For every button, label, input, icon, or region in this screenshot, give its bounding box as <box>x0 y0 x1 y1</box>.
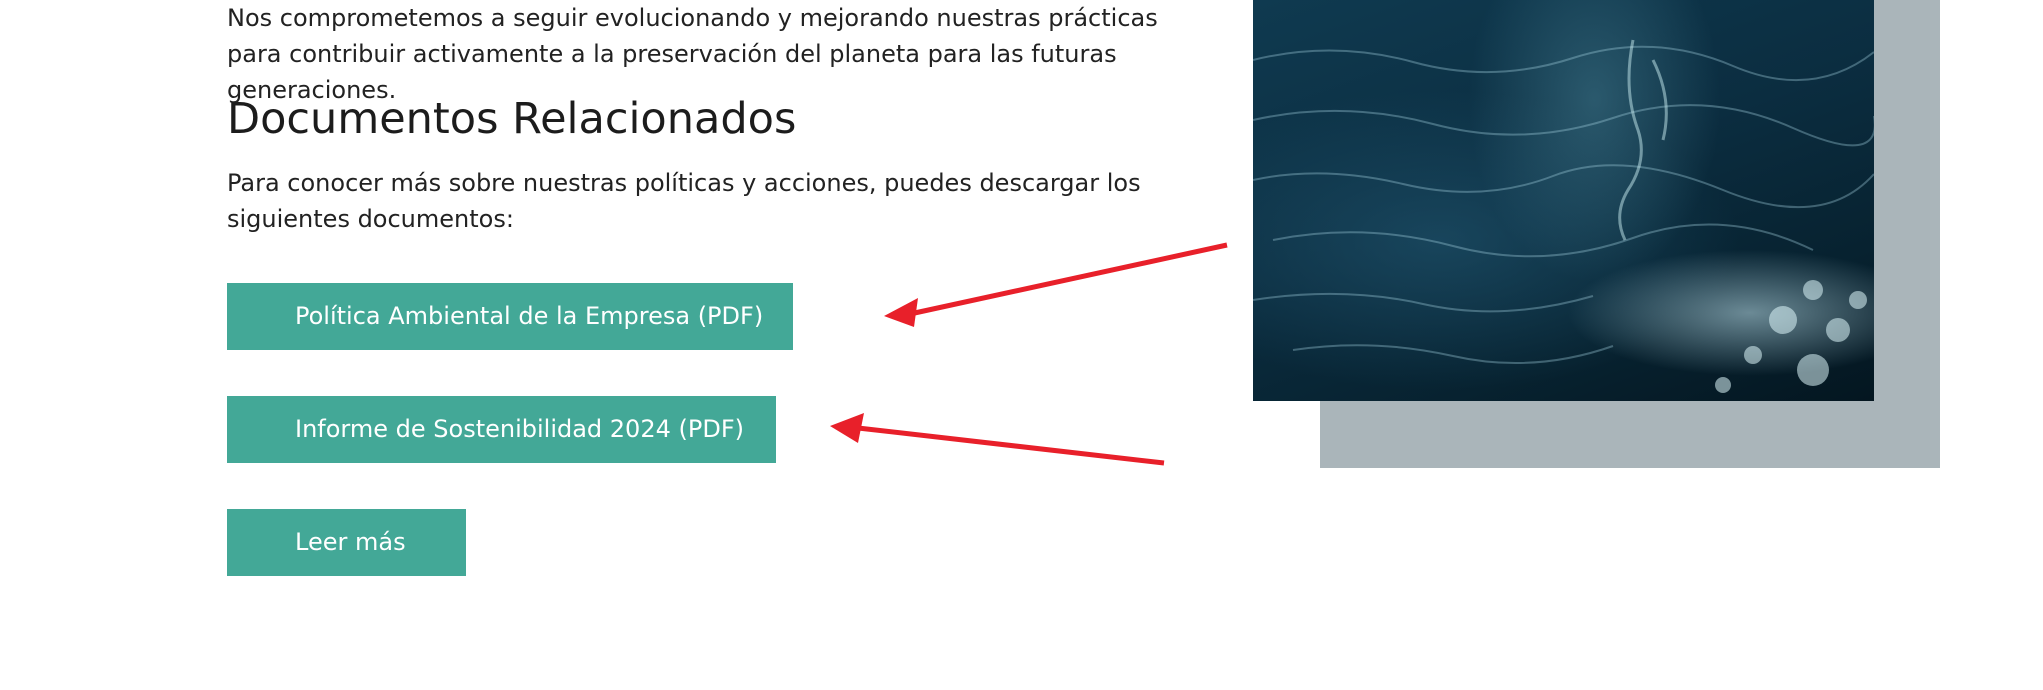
ocean-image <box>1253 0 1874 401</box>
section-heading: Documentos Relacionados <box>227 94 797 144</box>
arrow-to-policy-button <box>884 242 1228 327</box>
section-description: Para conocer más sobre nuestras política… <box>227 169 1141 233</box>
sustainability-report-pdf-button[interactable]: Informe de Sostenibilidad 2024 (PDF) <box>227 396 776 463</box>
read-more-button[interactable]: Leer más <box>227 509 466 576</box>
policy-pdf-button[interactable]: Política Ambiental de la Empresa (PDF) <box>227 283 793 350</box>
ocean-ripples <box>1253 39 1874 393</box>
page: Nos comprometemos a seguir evolucionando… <box>0 0 2043 690</box>
arrow-to-report-button <box>830 413 1165 466</box>
